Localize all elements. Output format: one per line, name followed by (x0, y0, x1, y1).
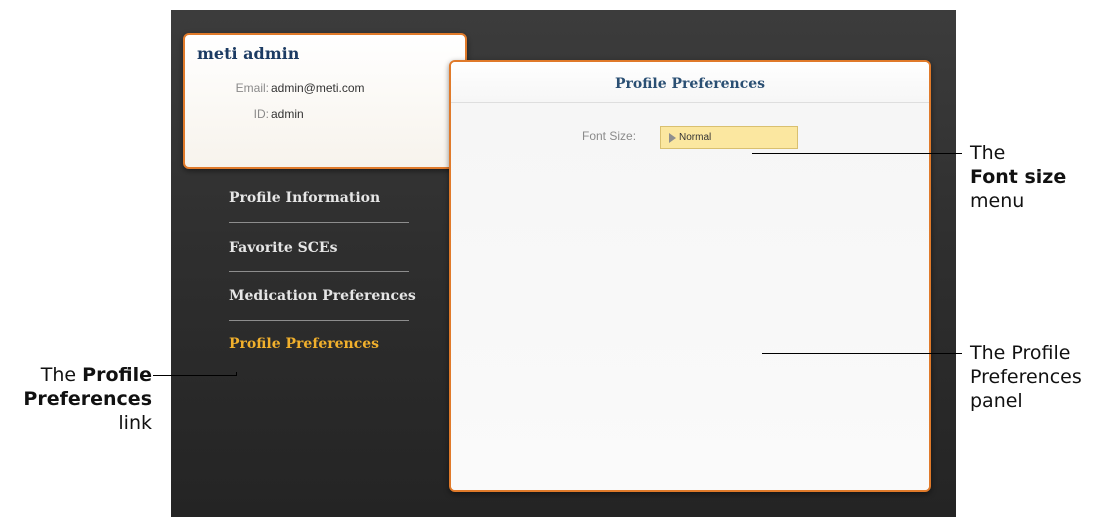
profile-preferences-panel: Profile Preferences (449, 60, 931, 492)
callout-profile-preferences-panel: The Profile Preferences panel (970, 341, 1082, 413)
callout-text: link (118, 412, 152, 434)
id-value: admin (271, 107, 304, 121)
nav-item-favorite-sces[interactable]: Favorite SCEs (229, 240, 409, 256)
callout-text: Preferences (970, 366, 1082, 388)
user-name: meti admin (197, 44, 300, 63)
email-label: Email: (235, 81, 269, 95)
panel-body (451, 103, 929, 490)
id-row: ID: admin (185, 107, 465, 123)
nav-item-medication-preferences[interactable]: Medication Preferences (229, 288, 416, 304)
callout-line-panel (762, 353, 962, 354)
id-label: ID: (253, 107, 269, 121)
callout-text-row: The Profile (0, 363, 152, 387)
callout-text: The (40, 364, 83, 386)
callout-line-link (153, 375, 237, 376)
panel-title: Profile Preferences (614, 76, 766, 92)
callout-text: Profile (82, 364, 152, 386)
nav-divider (229, 271, 409, 272)
nav-divider (229, 320, 409, 321)
callout-line-tick (236, 372, 237, 376)
callout-profile-preferences-link: The Profile Preferences link (0, 363, 152, 435)
callout-text: The Profile (970, 342, 1071, 364)
callout-text: The (970, 142, 1006, 164)
email-value: admin@meti.com (271, 81, 365, 95)
callout-font-size-menu: The Font size menu (970, 141, 1066, 213)
nav-item-profile-information[interactable]: Profile Information (229, 190, 409, 206)
callout-line-font-menu (752, 153, 962, 154)
dropdown-arrow-icon (669, 133, 676, 143)
user-card: meti admin Email: admin@meti.com ID: adm… (183, 33, 467, 169)
callout-text: Font size (970, 166, 1067, 188)
nav-item-profile-preferences[interactable]: Profile Preferences (229, 336, 409, 352)
email-row: Email: admin@meti.com (185, 81, 465, 97)
callout-text: Preferences (23, 388, 152, 410)
callout-text: menu (970, 190, 1025, 212)
nav-divider (229, 222, 409, 223)
font-size-select[interactable]: Normal (660, 126, 798, 149)
callout-text: panel (970, 390, 1023, 412)
panel-header: Profile Preferences (451, 62, 929, 103)
font-size-value: Normal (679, 132, 712, 143)
font-size-label: Font Size: (582, 129, 637, 143)
